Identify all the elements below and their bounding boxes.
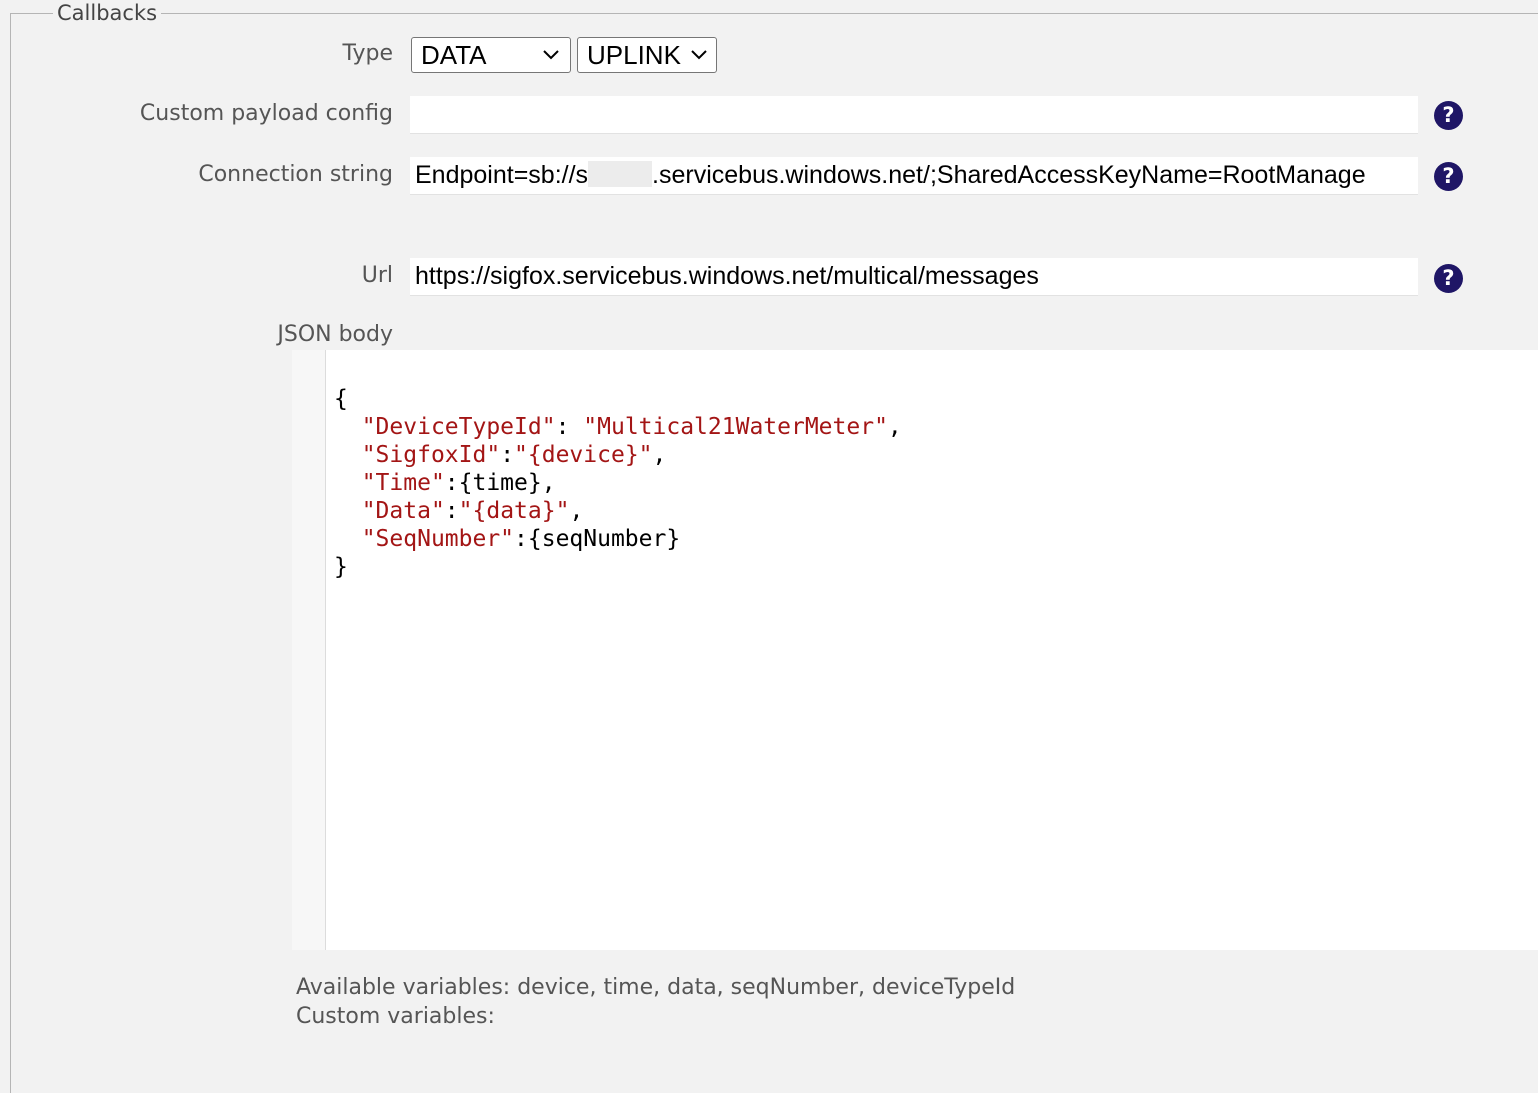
code-string-token: "Multical21WaterMeter"	[583, 414, 888, 440]
code-token: :	[555, 414, 584, 440]
json-body-editor[interactable]: { "DeviceTypeId": "Multical21WaterMeter"…	[292, 350, 1538, 950]
connection-string-label: Connection string	[198, 162, 393, 187]
available-variables-text: Available variables: device, time, data,…	[296, 975, 1016, 1000]
code-token: }	[334, 554, 348, 580]
code-line: {	[334, 385, 902, 413]
connection-string-input[interactable]: Endpoint=sb://s .servicebus.windows.net/;…	[410, 157, 1418, 195]
code-string-token: "DeviceTypeId"	[361, 414, 556, 440]
code-string-token: "{device}"	[514, 442, 653, 468]
code-token: {	[334, 386, 348, 412]
code-token: :	[444, 498, 459, 524]
url-input[interactable]: https://sigfox.servicebus.windows.net/mu…	[410, 258, 1418, 296]
code-token: ,	[652, 442, 667, 468]
custom-payload-label: Custom payload config	[139, 101, 393, 126]
callbacks-legend: Callbacks	[53, 0, 162, 26]
direction-select-value: UPLINK	[587, 40, 681, 70]
type-select[interactable]: DATA	[411, 37, 571, 73]
code-token: ,	[887, 414, 902, 440]
json-body-code[interactable]: { "DeviceTypeId": "Multical21WaterMeter"…	[334, 385, 902, 581]
code-string-token: "Data"	[361, 498, 445, 524]
code-line: "DeviceTypeId": "Multical21WaterMeter",	[334, 413, 902, 441]
question-circle-icon[interactable]: ?	[1434, 101, 1463, 130]
direction-select[interactable]: UPLINK	[577, 37, 717, 73]
code-string-token: "{data}"	[458, 498, 570, 524]
code-line: "Data":"{data}",	[334, 497, 902, 525]
json-body-label: JSON body	[277, 322, 393, 347]
type-label: Type	[342, 41, 393, 66]
type-select-value: DATA	[421, 40, 487, 70]
code-line: }	[334, 553, 902, 581]
code-line: "SeqNumber":{seqNumber}	[334, 525, 902, 553]
code-token: :{seqNumber}	[514, 526, 681, 552]
custom-payload-input[interactable]	[410, 96, 1418, 134]
code-token: :	[500, 442, 515, 468]
code-token: :{time},	[444, 470, 556, 496]
code-token: ,	[569, 498, 584, 524]
editor-gutter	[292, 350, 326, 950]
code-string-token: "SeqNumber"	[361, 526, 515, 552]
connection-string-suffix: .servicebus.windows.net/;SharedAccessKey…	[652, 161, 1366, 189]
chevron-down-icon	[691, 50, 707, 60]
code-line: "Time":{time},	[334, 469, 902, 497]
url-label: Url	[361, 263, 393, 288]
code-string-token: "Time"	[361, 470, 445, 496]
code-string-token: "SigfoxId"	[361, 442, 501, 468]
code-line: "SigfoxId":"{device}",	[334, 441, 902, 469]
question-circle-icon[interactable]: ?	[1434, 162, 1463, 191]
custom-variables-text: Custom variables:	[296, 1004, 495, 1029]
chevron-down-icon	[543, 50, 559, 60]
redacted-block	[588, 161, 653, 187]
question-circle-icon[interactable]: ?	[1434, 264, 1463, 293]
connection-string-prefix: Endpoint=sb://s	[415, 161, 589, 189]
